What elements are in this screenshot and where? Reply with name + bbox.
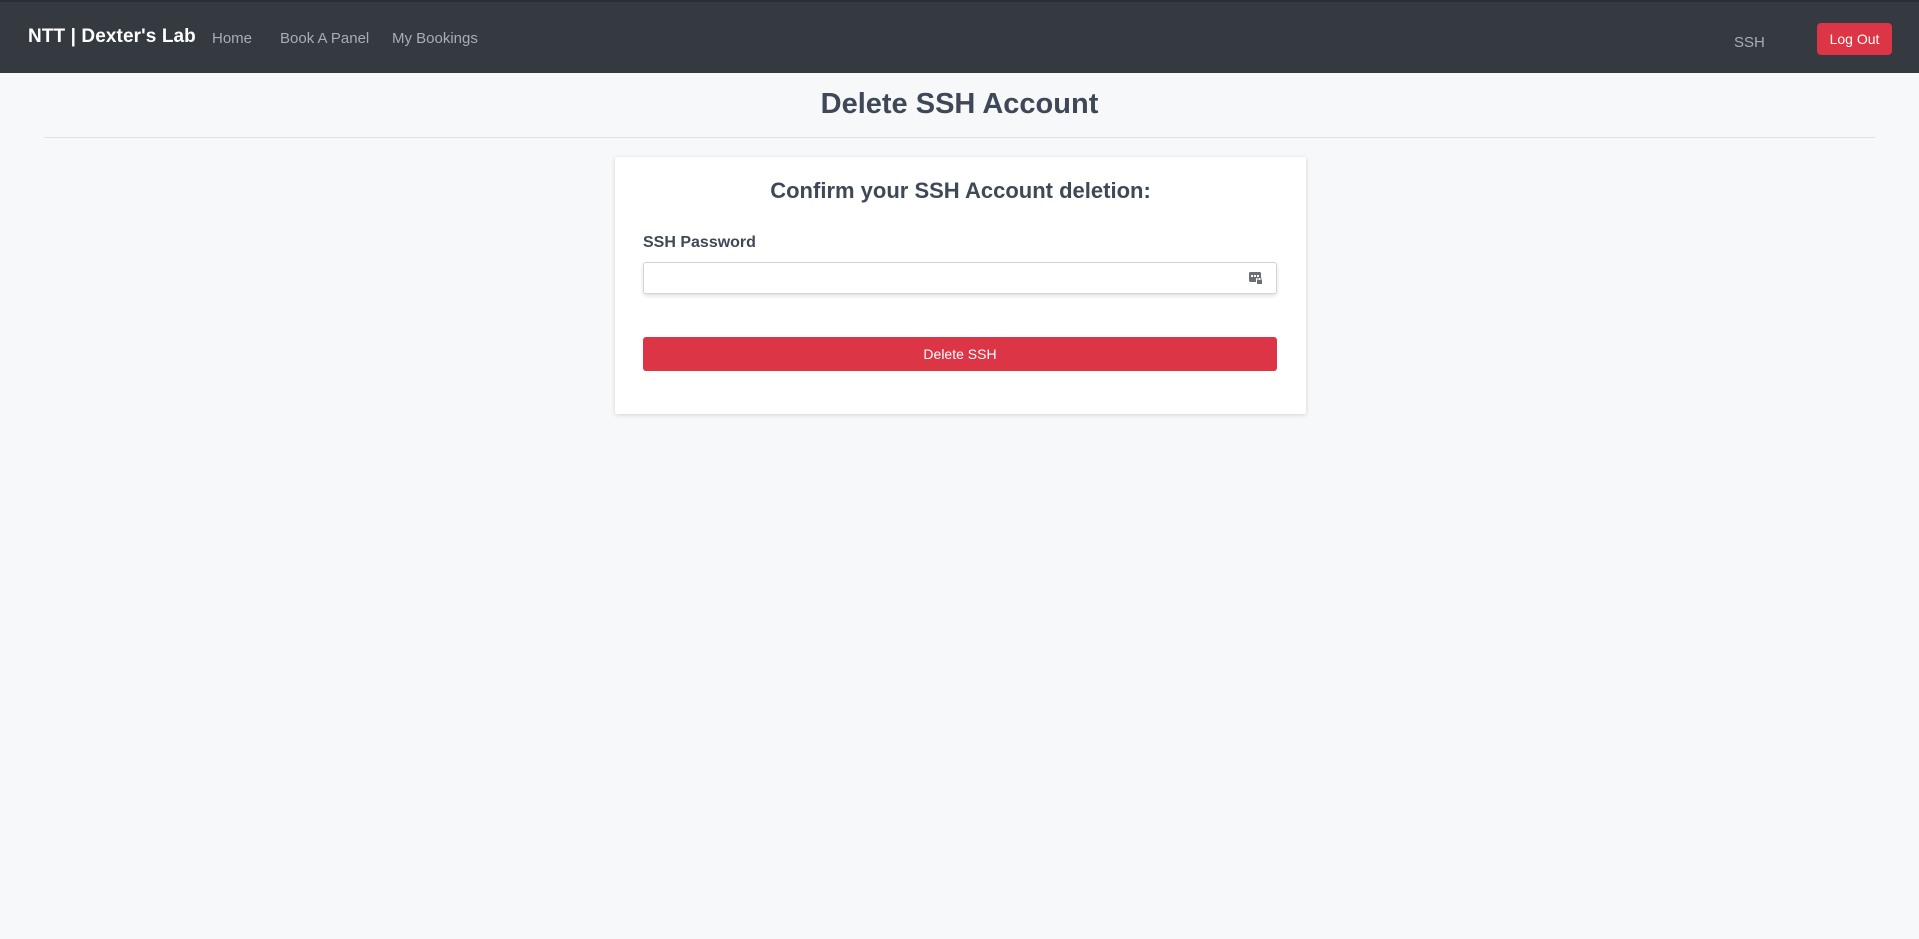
title-divider bbox=[44, 137, 1875, 138]
nav-link-ssh[interactable]: SSH bbox=[1734, 34, 1765, 51]
delete-ssh-card: Confirm your SSH Account deletion: SSH P… bbox=[615, 157, 1306, 414]
ssh-password-label: SSH Password bbox=[643, 234, 756, 251]
top-navbar: NTT | Dexter's Lab Home Book A Panel My … bbox=[0, 0, 1919, 73]
nav-link-book-a-panel[interactable]: Book A Panel bbox=[280, 30, 369, 47]
brand-logo[interactable]: NTT | Dexter's Lab bbox=[28, 26, 196, 48]
delete-ssh-button[interactable]: Delete SSH bbox=[643, 337, 1277, 371]
ssh-password-input[interactable] bbox=[643, 262, 1277, 294]
page-title: Delete SSH Account bbox=[820, 88, 1099, 120]
card-heading: Confirm your SSH Account deletion: bbox=[770, 178, 1151, 203]
logout-button[interactable]: Log Out bbox=[1817, 23, 1892, 55]
nav-link-home[interactable]: Home bbox=[212, 30, 252, 47]
nav-link-my-bookings[interactable]: My Bookings bbox=[392, 30, 478, 47]
password-manager-icon[interactable] bbox=[1248, 270, 1264, 286]
